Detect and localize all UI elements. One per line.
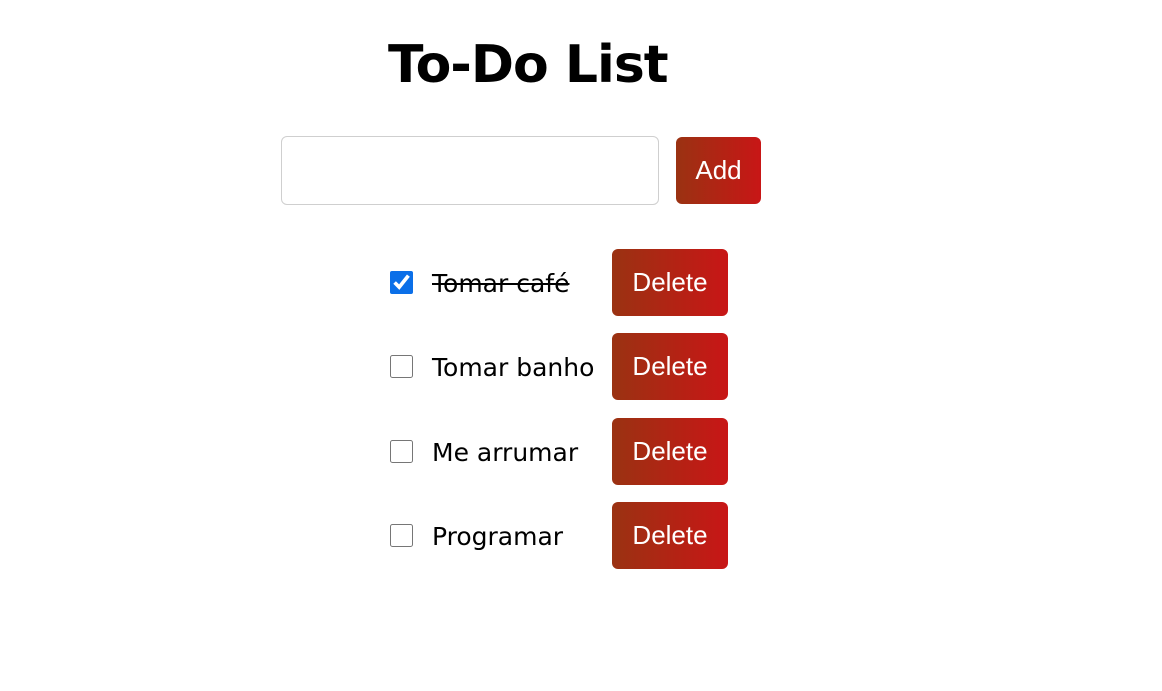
todo-checkbox[interactable] (390, 271, 413, 294)
delete-button[interactable]: Delete (612, 502, 728, 569)
todo-item: Me arrumar Delete (388, 418, 733, 485)
todo-text: Tomar café (432, 269, 570, 298)
page-title: To-Do List (388, 35, 669, 95)
todo-checkbox[interactable] (390, 524, 413, 547)
todo-checkbox[interactable] (390, 355, 413, 378)
add-button[interactable]: Add (676, 137, 761, 204)
todo-item: Tomar café Delete (388, 249, 733, 316)
todo-text: Me arrumar (432, 438, 579, 467)
todo-checkbox[interactable] (390, 440, 413, 463)
todo-text: Programar (432, 522, 564, 551)
todo-text: Tomar banho (432, 353, 595, 382)
new-todo-input[interactable] (281, 136, 659, 205)
todo-item: Programar Delete (388, 502, 733, 569)
delete-button[interactable]: Delete (612, 418, 728, 485)
todo-item: Tomar banho Delete (388, 333, 733, 400)
delete-button[interactable]: Delete (612, 249, 728, 316)
delete-button[interactable]: Delete (612, 333, 728, 400)
